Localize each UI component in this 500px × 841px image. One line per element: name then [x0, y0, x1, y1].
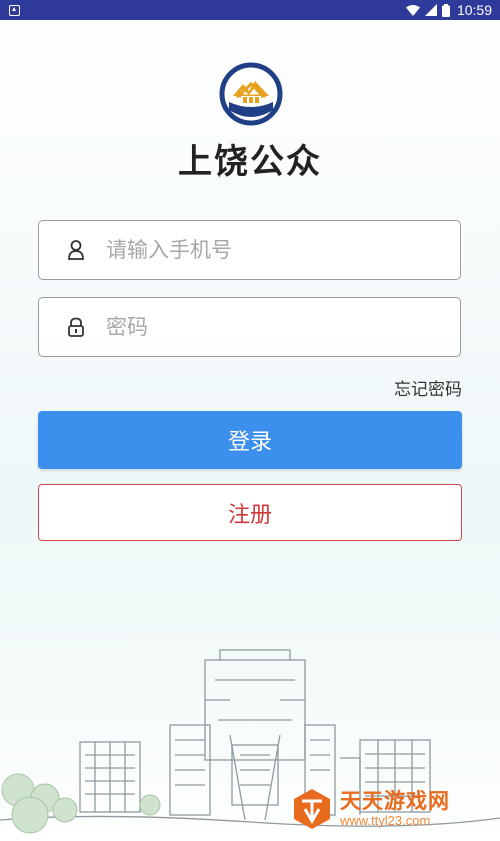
forgot-password-link[interactable]: 忘记密码: [394, 375, 462, 400]
notification-icon: [9, 4, 20, 16]
phone-input[interactable]: [106, 238, 460, 262]
wifi-icon: [405, 4, 420, 16]
watermark-url: www.ttyl23.com: [340, 813, 431, 828]
app-title: 上饶公众: [178, 142, 322, 182]
login-button[interactable]: 登录: [38, 411, 462, 469]
phone-field[interactable]: [38, 220, 461, 280]
status-time: 10:59: [456, 2, 492, 18]
app-logo: [219, 62, 283, 126]
watermark-name: 天天游戏网: [340, 789, 450, 813]
password-input[interactable]: [106, 315, 460, 339]
cellular-icon: [424, 4, 437, 16]
battery-icon: [441, 3, 450, 17]
user-icon: [68, 240, 84, 260]
status-bar: 10:59: [0, 0, 500, 20]
lock-icon: [68, 317, 84, 337]
password-field[interactable]: [38, 297, 461, 357]
register-button[interactable]: 注册: [38, 484, 462, 541]
watermark-logo-icon: [294, 789, 330, 829]
watermark: 天天游戏网 www.ttyl23.com: [292, 783, 492, 835]
